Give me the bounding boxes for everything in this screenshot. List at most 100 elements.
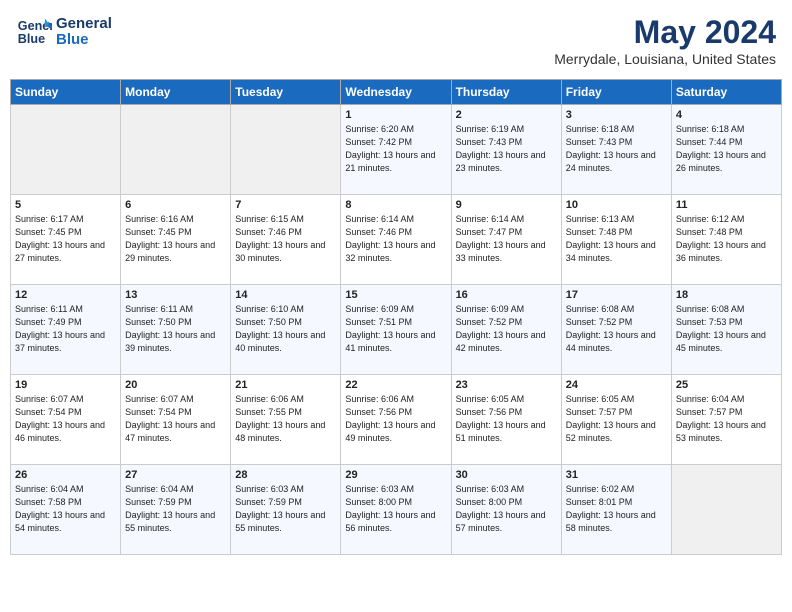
day-info: Sunrise: 6:14 AMSunset: 7:47 PMDaylight:… bbox=[456, 213, 557, 265]
header-saturday: Saturday bbox=[671, 80, 781, 105]
day-number: 1 bbox=[345, 109, 446, 121]
day-number: 6 bbox=[125, 199, 226, 211]
day-info: Sunrise: 6:15 AMSunset: 7:46 PMDaylight:… bbox=[235, 213, 336, 265]
day-info: Sunrise: 6:17 AMSunset: 7:45 PMDaylight:… bbox=[15, 213, 116, 265]
table-row: 30 Sunrise: 6:03 AMSunset: 8:00 PMDayligh… bbox=[451, 465, 561, 555]
header-friday: Friday bbox=[561, 80, 671, 105]
day-info: Sunrise: 6:03 AMSunset: 7:59 PMDaylight:… bbox=[235, 483, 336, 535]
table-row: 24 Sunrise: 6:05 AMSunset: 7:57 PMDayligh… bbox=[561, 375, 671, 465]
day-number: 9 bbox=[456, 199, 557, 211]
day-number: 11 bbox=[676, 199, 777, 211]
calendar-title: May 2024 bbox=[554, 14, 776, 51]
day-info: Sunrise: 6:06 AMSunset: 7:56 PMDaylight:… bbox=[345, 393, 446, 445]
day-number: 12 bbox=[15, 289, 116, 301]
table-row: 4 Sunrise: 6:18 AMSunset: 7:44 PMDaylight… bbox=[671, 105, 781, 195]
table-row: 19 Sunrise: 6:07 AMSunset: 7:54 PMDayligh… bbox=[11, 375, 121, 465]
day-number: 3 bbox=[566, 109, 667, 121]
table-row: 6 Sunrise: 6:16 AMSunset: 7:45 PMDaylight… bbox=[121, 195, 231, 285]
day-info: Sunrise: 6:18 AMSunset: 7:44 PMDaylight:… bbox=[676, 123, 777, 175]
table-row bbox=[11, 105, 121, 195]
day-info: Sunrise: 6:18 AMSunset: 7:43 PMDaylight:… bbox=[566, 123, 667, 175]
day-number: 13 bbox=[125, 289, 226, 301]
table-row: 12 Sunrise: 6:11 AMSunset: 7:49 PMDayligh… bbox=[11, 285, 121, 375]
day-info: Sunrise: 6:09 AMSunset: 7:52 PMDaylight:… bbox=[456, 303, 557, 355]
day-info: Sunrise: 6:02 AMSunset: 8:01 PMDaylight:… bbox=[566, 483, 667, 535]
day-info: Sunrise: 6:05 AMSunset: 7:57 PMDaylight:… bbox=[566, 393, 667, 445]
day-number: 24 bbox=[566, 379, 667, 391]
table-row: 13Sunrise: 6:11 AMSunset: 7:50 PMDayligh… bbox=[121, 285, 231, 375]
day-info: Sunrise: 6:09 AMSunset: 7:51 PMDaylight:… bbox=[345, 303, 446, 355]
logo-line2: Blue bbox=[56, 32, 112, 49]
day-number: 23 bbox=[456, 379, 557, 391]
header-thursday: Thursday bbox=[451, 80, 561, 105]
day-info: Sunrise: 6:08 AMSunset: 7:53 PMDaylight:… bbox=[676, 303, 777, 355]
day-number: 18 bbox=[676, 289, 777, 301]
day-number: 25 bbox=[676, 379, 777, 391]
table-row: 8Sunrise: 6:14 AMSunset: 7:46 PMDaylight… bbox=[341, 195, 451, 285]
table-row: 27 Sunrise: 6:04 AMSunset: 7:59 PMDayligh… bbox=[121, 465, 231, 555]
calendar-subtitle: Merrydale, Louisiana, United States bbox=[554, 51, 776, 67]
table-row: 5 Sunrise: 6:17 AMSunset: 7:45 PMDaylight… bbox=[11, 195, 121, 285]
day-info: Sunrise: 6:11 AMSunset: 7:49 PMDaylight:… bbox=[15, 303, 116, 355]
day-number: 17 bbox=[566, 289, 667, 301]
table-row: 20Sunrise: 6:07 AMSunset: 7:54 PMDayligh… bbox=[121, 375, 231, 465]
day-info: Sunrise: 6:12 AMSunset: 7:48 PMDaylight:… bbox=[676, 213, 777, 265]
day-number: 31 bbox=[566, 469, 667, 481]
calendar-body: 1Sunrise: 6:20 AMSunset: 7:42 PMDaylight… bbox=[11, 105, 782, 555]
day-info: Sunrise: 6:04 AMSunset: 7:59 PMDaylight:… bbox=[125, 483, 226, 535]
day-info: Sunrise: 6:10 AMSunset: 7:50 PMDaylight:… bbox=[235, 303, 336, 355]
table-row: 17Sunrise: 6:08 AMSunset: 7:52 PMDayligh… bbox=[561, 285, 671, 375]
day-number: 26 bbox=[15, 469, 116, 481]
day-number: 14 bbox=[235, 289, 336, 301]
logo-icon: General Blue bbox=[16, 14, 52, 50]
day-number: 28 bbox=[235, 469, 336, 481]
day-number: 8 bbox=[345, 199, 446, 211]
header-monday: Monday bbox=[121, 80, 231, 105]
calendar-table: Sunday Monday Tuesday Wednesday Thursday… bbox=[10, 79, 782, 555]
day-info: Sunrise: 6:03 AMSunset: 8:00 PMDaylight:… bbox=[456, 483, 557, 535]
day-number: 2 bbox=[456, 109, 557, 121]
day-number: 20 bbox=[125, 379, 226, 391]
table-row bbox=[231, 105, 341, 195]
table-row: 29 Sunrise: 6:03 AMSunset: 8:00 PMDayligh… bbox=[341, 465, 451, 555]
page-header: General Blue General Blue May 2024 Merry… bbox=[10, 10, 782, 71]
day-number: 29 bbox=[345, 469, 446, 481]
table-row: 31 Sunrise: 6:02 AMSunset: 8:01 PMDayligh… bbox=[561, 465, 671, 555]
table-row: 25 Sunrise: 6:04 AMSunset: 7:57 PMDayligh… bbox=[671, 375, 781, 465]
day-info: Sunrise: 6:03 AMSunset: 8:00 PMDaylight:… bbox=[345, 483, 446, 535]
table-row: 26 Sunrise: 6:04 AMSunset: 7:58 PMDayligh… bbox=[11, 465, 121, 555]
day-number: 15 bbox=[345, 289, 446, 301]
day-number: 27 bbox=[125, 469, 226, 481]
table-row: 9 Sunrise: 6:14 AMSunset: 7:47 PMDaylight… bbox=[451, 195, 561, 285]
table-row bbox=[671, 465, 781, 555]
table-row: 1Sunrise: 6:20 AMSunset: 7:42 PMDaylight… bbox=[341, 105, 451, 195]
table-row: 2Sunrise: 6:19 AMSunset: 7:43 PMDaylight… bbox=[451, 105, 561, 195]
day-number: 22 bbox=[345, 379, 446, 391]
day-info: Sunrise: 6:16 AMSunset: 7:45 PMDaylight:… bbox=[125, 213, 226, 265]
table-row: 23Sunrise: 6:05 AMSunset: 7:56 PMDayligh… bbox=[451, 375, 561, 465]
day-number: 5 bbox=[15, 199, 116, 211]
day-number: 19 bbox=[15, 379, 116, 391]
day-info: Sunrise: 6:04 AMSunset: 7:57 PMDaylight:… bbox=[676, 393, 777, 445]
table-row: 22 Sunrise: 6:06 AMSunset: 7:56 PMDayligh… bbox=[341, 375, 451, 465]
table-row: 16Sunrise: 6:09 AMSunset: 7:52 PMDayligh… bbox=[451, 285, 561, 375]
table-row: 21Sunrise: 6:06 AMSunset: 7:55 PMDayligh… bbox=[231, 375, 341, 465]
day-number: 4 bbox=[676, 109, 777, 121]
header-sunday: Sunday bbox=[11, 80, 121, 105]
table-row: 28 Sunrise: 6:03 AMSunset: 7:59 PMDayligh… bbox=[231, 465, 341, 555]
table-row: 7 Sunrise: 6:15 AMSunset: 7:46 PMDaylight… bbox=[231, 195, 341, 285]
day-info: Sunrise: 6:07 AMSunset: 7:54 PMDaylight:… bbox=[15, 393, 116, 445]
logo: General Blue General Blue bbox=[16, 14, 112, 50]
day-info: Sunrise: 6:04 AMSunset: 7:58 PMDaylight:… bbox=[15, 483, 116, 535]
calendar-header: Sunday Monday Tuesday Wednesday Thursday… bbox=[11, 80, 782, 105]
table-row: 10Sunrise: 6:13 AMSunset: 7:48 PMDayligh… bbox=[561, 195, 671, 285]
table-row bbox=[121, 105, 231, 195]
day-number: 7 bbox=[235, 199, 336, 211]
table-row: 15 Sunrise: 6:09 AMSunset: 7:51 PMDayligh… bbox=[341, 285, 451, 375]
header-wednesday: Wednesday bbox=[341, 80, 451, 105]
table-row: 14 Sunrise: 6:10 AMSunset: 7:50 PMDayligh… bbox=[231, 285, 341, 375]
day-number: 30 bbox=[456, 469, 557, 481]
logo-line1: General bbox=[56, 16, 112, 33]
day-info: Sunrise: 6:13 AMSunset: 7:48 PMDaylight:… bbox=[566, 213, 667, 265]
title-block: May 2024 Merrydale, Louisiana, United St… bbox=[554, 14, 776, 67]
